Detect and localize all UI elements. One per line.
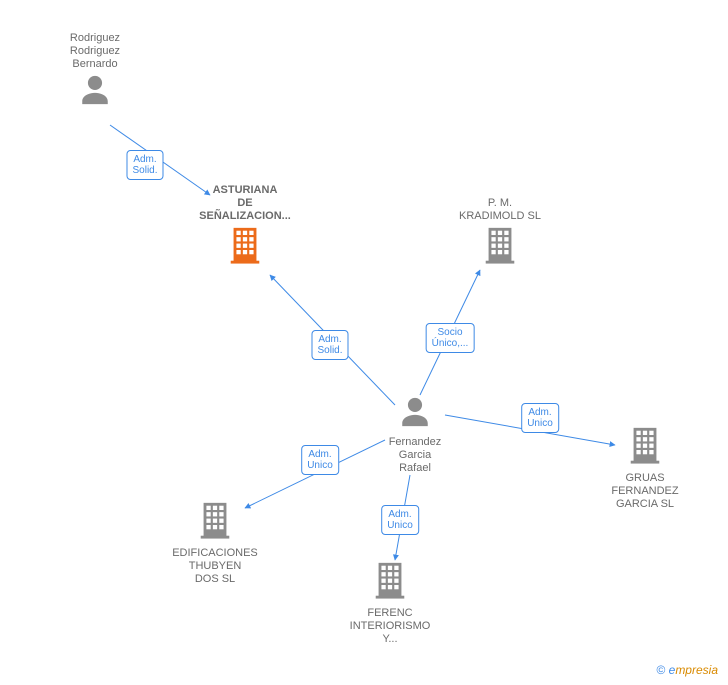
building-icon (372, 560, 408, 603)
node-label: FERENC INTERIORISMO Y... (330, 607, 450, 646)
copyright-symbol: © (656, 663, 665, 677)
edge-label-fgr-edif[interactable]: Adm. Unico (301, 445, 339, 475)
node-label: P. M. KRADIMOLD SL (440, 197, 560, 223)
person-icon (398, 395, 432, 432)
edge-label-fgr-pmk[interactable]: Socio Único,... (426, 323, 475, 353)
edge-label-rrb-ast[interactable]: Adm. Solid. (126, 150, 163, 180)
node-org-gruas[interactable]: GRUAS FERNANDEZ GARCIA SL (585, 425, 705, 511)
node-org-edif[interactable]: EDIFICACIONES THUBYEN DOS SL (155, 500, 275, 586)
footer-attribution: © empresia (656, 663, 718, 677)
node-person-rrb[interactable]: Rodriguez Rodriguez Bernardo (35, 30, 155, 110)
node-label: GRUAS FERNANDEZ GARCIA SL (585, 472, 705, 511)
node-org-pmk[interactable]: P. M. KRADIMOLD SL (440, 195, 560, 268)
node-person-fgr[interactable]: Fernandez Garcia Rafael (355, 395, 475, 475)
edge-label-fgr-ferenc[interactable]: Adm. Unico (381, 505, 419, 535)
brand-name[interactable]: empresia (669, 663, 718, 677)
building-icon (627, 425, 663, 468)
node-label: ASTURIANA DE SEÑALIZACION... (185, 184, 305, 223)
node-org-asturiana[interactable]: ASTURIANA DE SEÑALIZACION... (185, 182, 305, 268)
person-icon (78, 73, 112, 110)
node-org-ferenc[interactable]: FERENC INTERIORISMO Y... (330, 560, 450, 646)
building-icon (227, 225, 263, 268)
node-label: EDIFICACIONES THUBYEN DOS SL (155, 547, 275, 586)
building-icon (482, 225, 518, 268)
node-label: Rodriguez Rodriguez Bernardo (35, 32, 155, 71)
edge-label-fgr-gruas[interactable]: Adm. Unico (521, 403, 559, 433)
node-label: Fernandez Garcia Rafael (355, 436, 475, 475)
edge-label-fgr-ast[interactable]: Adm. Solid. (311, 330, 348, 360)
building-icon (197, 500, 233, 543)
